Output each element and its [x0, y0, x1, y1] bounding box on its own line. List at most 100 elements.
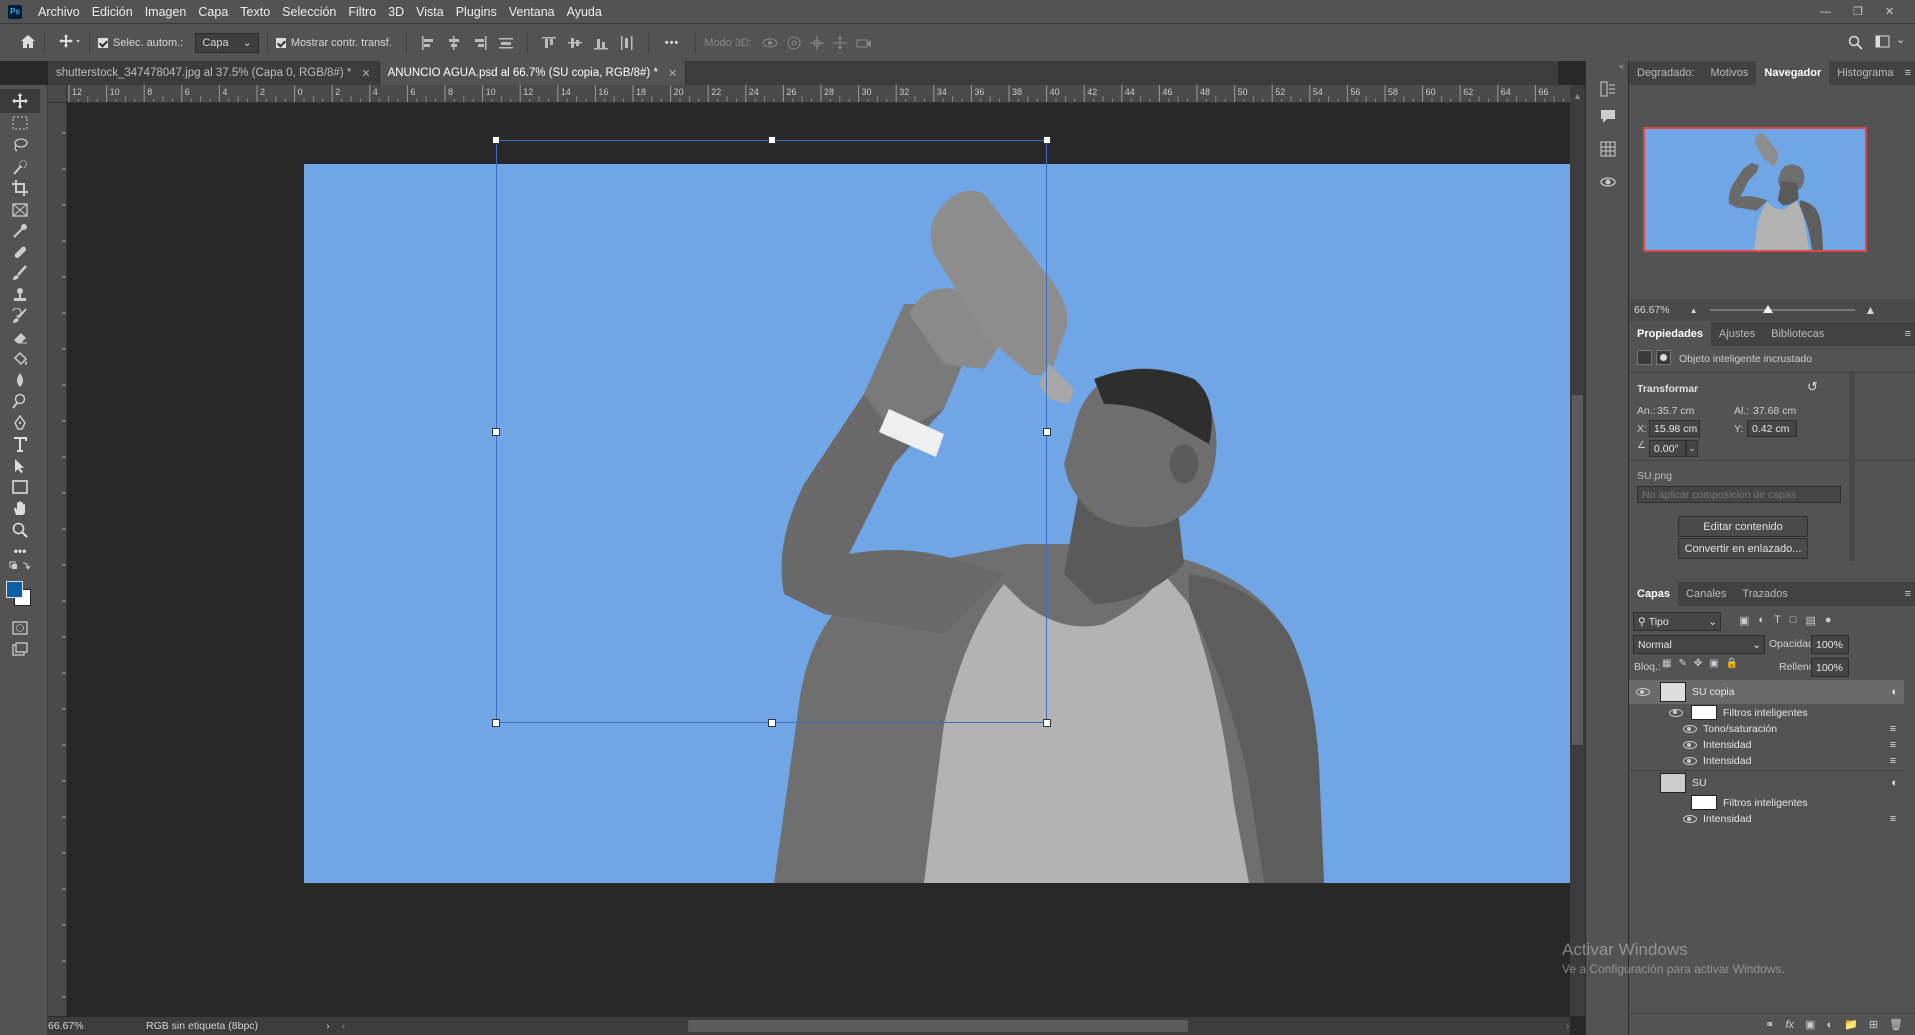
add-mask-icon[interactable]: ▣ — [1805, 1018, 1815, 1031]
align-top-icon[interactable] — [541, 36, 556, 50]
filter-row[interactable]: Intensidad ≡ — [1629, 737, 1904, 753]
filter-options-icon[interactable]: ≡ — [1890, 739, 1896, 751]
auto-select-checkbox[interactable] — [98, 37, 108, 48]
tab-trazados[interactable]: Trazados — [1734, 582, 1795, 606]
tab-degradado[interactable]: Degradado: — [1629, 61, 1703, 85]
edit-content-button[interactable]: Editar contenido — [1678, 516, 1808, 537]
tab-anuncio-agua[interactable]: ANUNCIO AGUA.psd al 66.7% (SU copia, RGB… — [379, 61, 687, 85]
show-transform-checkbox[interactable] — [275, 37, 286, 48]
horizontal-scrollbar[interactable] — [688, 1020, 1188, 1032]
hand-tool-icon[interactable] — [0, 496, 40, 520]
transform-handle-l[interactable] — [492, 428, 500, 436]
y-field[interactable]: 0.42 cm — [1747, 420, 1797, 437]
align-bottom-icon[interactable] — [593, 36, 608, 50]
tab-motivos[interactable]: Motivos — [1703, 61, 1757, 85]
transform-handle-t[interactable] — [768, 136, 776, 144]
auto-select-dropdown[interactable]: Capa ⌄ — [195, 32, 259, 53]
lasso-tool-icon[interactable] — [0, 133, 40, 157]
align-vcenter-icon[interactable] — [567, 36, 582, 50]
layer-name[interactable]: SU copia — [1692, 686, 1735, 698]
screen-mode-icon[interactable] — [0, 637, 40, 661]
filter-row[interactable]: Tono/saturación ≡ — [1629, 721, 1904, 737]
fill-field[interactable]: 100% — [1811, 658, 1849, 677]
menu-texto[interactable]: Texto — [234, 5, 276, 19]
menu-edicion[interactable]: Edición — [86, 5, 139, 19]
filter-type-icon[interactable]: T — [1774, 614, 1781, 627]
eraser-tool-icon[interactable] — [0, 325, 40, 349]
close-icon[interactable]: ✕ — [1885, 5, 1894, 18]
angle-field[interactable]: 0.00° — [1649, 440, 1686, 457]
visibility-eye-icon[interactable] — [1683, 757, 1697, 765]
align-left-icon[interactable] — [421, 35, 435, 50]
collapse-panels-icon[interactable]: « — [1619, 61, 1624, 71]
ruler-corner[interactable] — [48, 85, 67, 103]
lock-transparent-icon[interactable]: ▦ — [1662, 658, 1671, 669]
delete-layer-icon[interactable]: 🗑 — [1889, 1018, 1903, 1031]
transform-bounding-box[interactable] — [496, 140, 1047, 723]
restore-icon[interactable]: ❐ — [1853, 5, 1863, 18]
menu-imagen[interactable]: Imagen — [139, 5, 193, 19]
distribute-icon[interactable] — [498, 36, 513, 50]
lock-artboard-icon[interactable]: ▣ — [1709, 658, 1718, 669]
search-icon[interactable] — [1848, 35, 1863, 53]
close-tab-icon[interactable]: ✕ — [361, 67, 370, 80]
scroll-right-icon[interactable]: › — [1566, 1020, 1570, 1032]
filter-toggle-icon[interactable]: ● — [1825, 614, 1832, 627]
more-options-icon[interactable]: ••• — [665, 37, 680, 49]
align-hcenter-icon[interactable] — [447, 35, 461, 50]
tab-canales[interactable]: Canales — [1678, 582, 1734, 606]
tab-navegador[interactable]: Navegador — [1756, 61, 1830, 85]
transform-handle-tr[interactable] — [1043, 136, 1051, 144]
visibility-eye-icon[interactable] — [1636, 688, 1650, 696]
zoom-slider-thumb[interactable] — [1762, 305, 1773, 313]
smart-filters-row[interactable]: Filtros inteligentes — [1629, 794, 1904, 811]
menu-archivo[interactable]: Archivo — [32, 5, 86, 19]
transform-handle-r[interactable] — [1043, 428, 1051, 436]
layer-comp-dropdown[interactable]: No aplicar composición de capas — [1637, 486, 1841, 503]
crop-tool-icon[interactable] — [0, 176, 40, 200]
3d-orbit-icon[interactable] — [762, 36, 778, 50]
panel-menu-icon[interactable]: ≡ — [1905, 588, 1911, 600]
menu-ayuda[interactable]: Ayuda — [561, 5, 608, 19]
tab-bibliotecas[interactable]: Bibliotecas — [1763, 322, 1832, 346]
chevron-down-icon[interactable]: ⌄ — [1896, 33, 1905, 46]
filter-row[interactable]: Intensidad ≡ — [1629, 753, 1904, 769]
move-tool-preset-icon[interactable] — [59, 34, 81, 51]
lock-all-icon[interactable]: 🔒 — [1726, 658, 1738, 669]
minimize-icon[interactable]: — — [1820, 6, 1831, 18]
mask-icon[interactable] — [1656, 350, 1671, 365]
blend-mode-dropdown[interactable]: Normal ⌄ — [1633, 635, 1765, 654]
reset-transform-icon[interactable]: ↺ — [1807, 379, 1818, 395]
opacity-field[interactable]: 100% — [1811, 635, 1849, 654]
3d-pan-icon[interactable] — [809, 35, 824, 50]
foreground-color-swatch[interactable] — [6, 581, 23, 598]
3d-camera-icon[interactable] — [856, 36, 872, 50]
menu-3d[interactable]: 3D — [382, 5, 410, 19]
menu-plugins[interactable]: Plugins — [450, 5, 503, 19]
libraries-panel-icon[interactable] — [1600, 141, 1616, 160]
menu-ventana[interactable]: Ventana — [503, 5, 561, 19]
history-panel-icon[interactable] — [1600, 81, 1616, 100]
zoom-in-icon[interactable]: ▲ — [1865, 303, 1877, 317]
3d-roll-icon[interactable] — [787, 36, 801, 50]
properties-scrollbar[interactable] — [1849, 371, 1855, 561]
comments-panel-icon[interactable] — [1600, 108, 1616, 127]
navigator-preview[interactable] — [1643, 127, 1867, 252]
3d-panel-icon[interactable] — [1600, 174, 1616, 193]
home-icon[interactable] — [20, 34, 36, 52]
tab-histograma[interactable]: Histograma — [1829, 61, 1901, 85]
distribute-h-icon[interactable] — [620, 35, 634, 50]
filter-row[interactable]: Intensidad ≡ — [1629, 811, 1904, 827]
scroll-up-icon[interactable]: ▲ — [1573, 91, 1582, 101]
3d-slide-icon[interactable] — [832, 35, 847, 50]
tab-capas[interactable]: Capas — [1629, 582, 1679, 606]
tab-propiedades[interactable]: Propiedades — [1629, 322, 1712, 346]
layer-row-su[interactable]: SU ◐ — [1629, 770, 1904, 794]
chevron-right-icon[interactable]: › — [326, 1020, 330, 1032]
align-right-icon[interactable] — [473, 35, 487, 50]
menu-seleccion[interactable]: Selección — [276, 5, 342, 19]
ruler-horizontal[interactable]: 12 10 8 6 4 2 0 2 4 6 8 10 12 14 16 18 20 22 24 26 28 30 32 34 3… — [67, 85, 1570, 103]
lock-pixels-icon[interactable]: ✎ — [1678, 658, 1686, 669]
type-tool-icon[interactable] — [0, 432, 40, 456]
status-zoom[interactable]: 66.67% — [48, 1020, 110, 1032]
